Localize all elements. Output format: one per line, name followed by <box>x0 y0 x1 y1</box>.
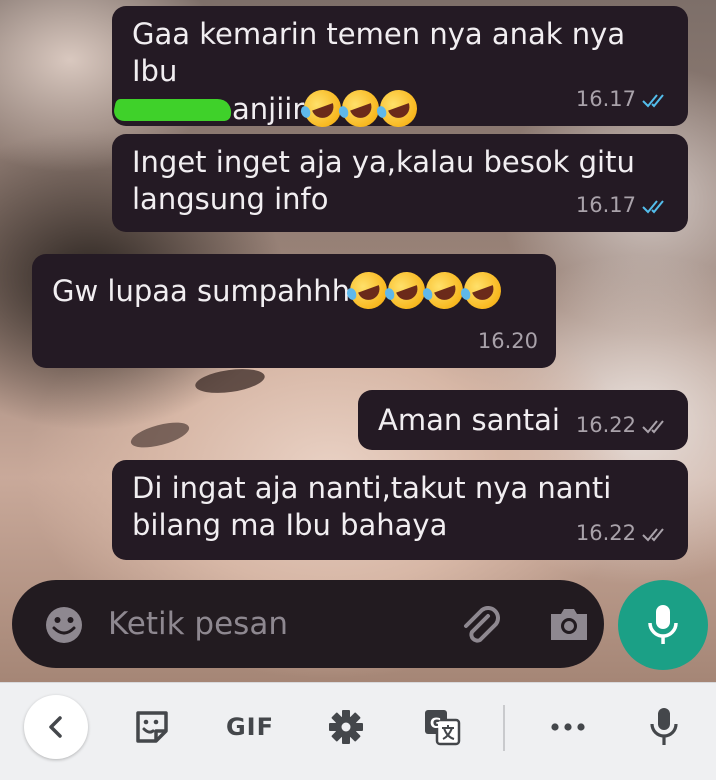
translate-button[interactable]: G <box>420 705 464 749</box>
delivered-ticks-icon <box>642 419 664 433</box>
sticker-icon <box>136 711 168 743</box>
message-bubble-incoming[interactable]: Gw lupaa sumpahhh 16.20 <box>32 254 556 368</box>
message-meta: 16.17 <box>576 81 670 118</box>
read-ticks-icon <box>642 199 664 213</box>
voice-record-button[interactable] <box>618 580 708 670</box>
message-time: 16.17 <box>575 87 636 111</box>
message-meta: 16.22 <box>576 515 670 552</box>
message-bubble-outgoing[interactable]: Gaa kemarin temen nya anak nya Ibu anjii… <box>111 6 688 133</box>
message-bubble-outgoing[interactable]: Di ingat aja nanti,takut nya nanti bilan… <box>112 460 688 560</box>
message-meta: 16.22 <box>576 407 670 444</box>
more-icon <box>551 723 585 731</box>
message-bubble-outgoing[interactable]: Aman santai 16.22 <box>358 390 688 450</box>
message-text-line: Gw lupaa sumpahhh <box>52 266 536 315</box>
voice-input-button[interactable] <box>642 703 686 751</box>
laughing-emoji-icon <box>458 266 507 315</box>
keyboard-toolbar: GIF G <box>0 682 716 780</box>
sticker-button[interactable] <box>130 705 174 749</box>
mic-icon <box>648 605 678 644</box>
message-time: 16.20 <box>477 329 538 353</box>
message-input-placeholder[interactable]: Ketik pesan <box>108 606 288 642</box>
message-meta: 16.17 <box>576 187 670 224</box>
emoji-icon[interactable] <box>44 605 84 645</box>
camera-icon[interactable] <box>547 604 591 644</box>
message-time: 16.22 <box>575 413 636 437</box>
read-ticks-icon <box>642 93 664 107</box>
message-text-line: Di ingat aja nanti,takut nya nanti <box>132 471 612 505</box>
message-time: 16.22 <box>575 521 636 545</box>
gear-icon <box>329 710 363 744</box>
gif-label: GIF <box>225 713 275 741</box>
more-options-button[interactable] <box>540 705 596 749</box>
wallpaper-detail <box>128 417 192 453</box>
message-text-fragment: anjiir <box>232 92 305 126</box>
message-bubble-outgoing[interactable]: Inget inget aja ya,kalau besok gitu lang… <box>112 134 688 232</box>
message-composer[interactable]: Ketik pesan <box>12 580 604 668</box>
keyboard-back-button[interactable] <box>24 695 88 759</box>
translate-icon: G <box>425 710 461 746</box>
message-text-line: Inget inget aja ya,kalau besok gitu <box>132 145 635 179</box>
toolbar-divider <box>503 705 505 751</box>
svg-text:G: G <box>430 716 442 732</box>
redaction-scribble <box>111 99 235 121</box>
voice-input-icon <box>650 708 678 745</box>
settings-button[interactable] <box>324 705 368 749</box>
wallpaper-detail <box>193 365 267 397</box>
delivered-ticks-icon <box>642 527 664 541</box>
gif-button[interactable]: GIF <box>220 705 280 749</box>
attach-icon[interactable] <box>458 602 504 648</box>
back-chevron-icon <box>49 716 62 738</box>
message-time: 16.17 <box>575 193 636 217</box>
message-text-fragment: Gw lupaa sumpahhh <box>52 274 351 308</box>
message-meta: 16.20 <box>478 323 538 360</box>
message-text-line: Gaa kemarin temen nya anak nya Ibu <box>132 17 635 88</box>
laughing-emoji-icon <box>375 84 423 133</box>
